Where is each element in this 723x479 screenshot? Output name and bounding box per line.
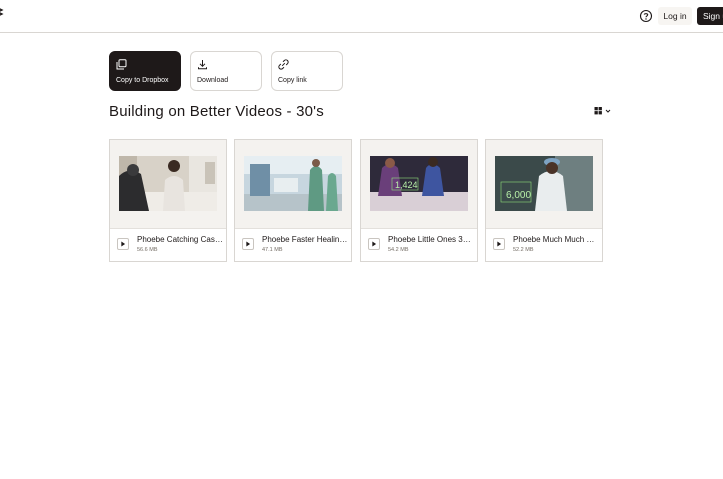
- file-name[interactable]: Phoebe Little Ones 3…: [388, 235, 474, 244]
- file-card[interactable]: 6,000 Phoebe Much Much … 52.2 MB: [485, 139, 603, 262]
- download-icon: [198, 60, 207, 70]
- play-icon[interactable]: [242, 238, 254, 250]
- video-thumbnail: 6,000: [495, 156, 593, 211]
- thumbnail-area: [235, 140, 351, 229]
- file-card[interactable]: 1,424 Phoebe Little Ones 3… 54.2 MB: [360, 139, 478, 262]
- file-name[interactable]: Phoebe Much Much …: [513, 235, 599, 244]
- thumbnail-area: [110, 140, 226, 229]
- file-size: 54.2 MB: [388, 247, 409, 253]
- file-card[interactable]: Phoebe Catching Cas… 56.6 MB: [109, 139, 227, 262]
- copy-icon: [116, 59, 127, 70]
- copy-link-button[interactable]: Copy link: [271, 51, 343, 91]
- help-icon[interactable]: [639, 9, 653, 23]
- thumbnail-overlay-number: 1,424: [395, 180, 418, 190]
- link-icon: [278, 59, 289, 70]
- thumbnail-overlay-number: 6,000: [506, 190, 531, 201]
- thumbnail-area: 1,424: [361, 140, 477, 229]
- file-name[interactable]: Phoebe Catching Cas…: [137, 235, 223, 244]
- logo-icon[interactable]: [0, 6, 4, 18]
- log-in-button[interactable]: Log in: [658, 7, 692, 25]
- copy-link-label: Copy link: [278, 77, 307, 84]
- download-button[interactable]: Download: [190, 51, 262, 91]
- file-size: 52.2 MB: [513, 247, 534, 253]
- play-icon[interactable]: [368, 238, 380, 250]
- play-icon[interactable]: [493, 238, 505, 250]
- download-label: Download: [197, 77, 229, 84]
- folder-title: Building on Better Videos - 30's: [109, 103, 324, 120]
- top-bar: Log in Sign u: [0, 0, 723, 33]
- copy-to-dropbox-label: Copy to Dropbox: [116, 77, 169, 84]
- sign-up-button[interactable]: Sign u: [697, 7, 723, 25]
- video-thumbnail: [244, 156, 342, 211]
- file-size: 56.6 MB: [137, 247, 158, 253]
- file-size: 47.1 MB: [262, 247, 283, 253]
- file-card[interactable]: Phoebe Faster Healin… 47.1 MB: [234, 139, 352, 262]
- copy-to-dropbox-button[interactable]: Copy to Dropbox: [109, 51, 181, 91]
- thumbnail-area: 6,000: [486, 140, 602, 229]
- grid-view-icon[interactable]: [594, 106, 614, 116]
- play-icon[interactable]: [117, 238, 129, 250]
- file-name[interactable]: Phoebe Faster Healin…: [262, 235, 348, 244]
- video-thumbnail: [119, 156, 217, 211]
- video-thumbnail: 1,424: [370, 156, 468, 211]
